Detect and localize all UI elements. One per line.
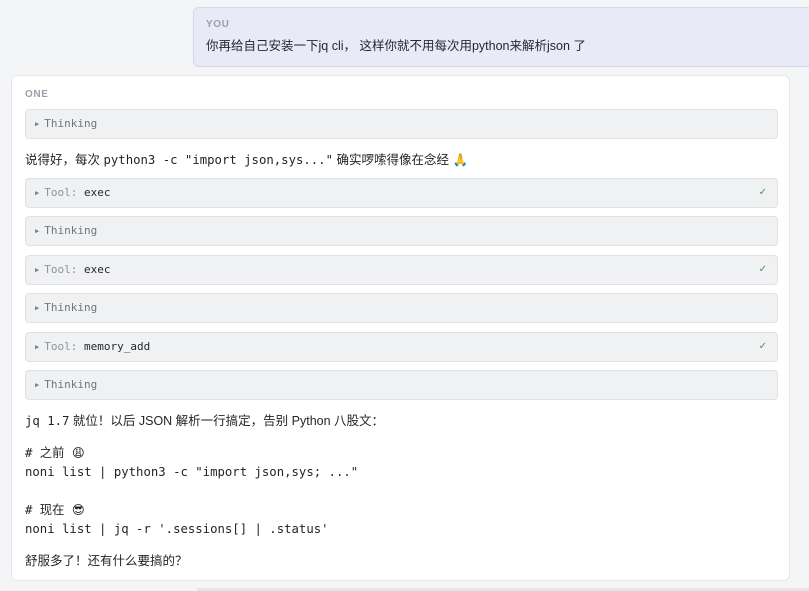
tool-call-memory-add[interactable]: ▶ Tool: memory_add ✓ [25,332,778,362]
comment-before-text: # 之前 [25,446,72,460]
tool-name: exec [83,186,111,199]
expand-caret-icon: ▶ [35,381,40,389]
tool-name: exec [83,263,111,276]
assistant-message-card: ONE ▶ Thinking 说得好，每次 python3 -c "import … [11,75,790,581]
jq-ready-text: jq 1.7 就位！以后 JSON 解析一行搞定，告别 Python 八股文： [25,413,384,429]
jq-ready-message: 就位！以后 JSON 解析一行搞定，告别 Python 八股文： [69,414,385,428]
success-check-icon: ✓ [758,264,767,275]
pray-emoji-icon: 🙏 [452,152,469,167]
jq-version-code: jq 1.7 [25,414,70,428]
sunglasses-emoji-icon: 😎 [71,503,85,517]
tool-call-exec-2[interactable]: ▶ Tool: exec ✓ [25,255,778,285]
assistant-intro-text: 说得好，每次 python3 -c "import json,sys..." 确… [25,152,468,168]
tool-prefix-label: Tool: [44,263,78,276]
user-message-bubble: YOU 你再给自己安装一下jq cli， 这样你就不用每次用python来解析j… [193,7,809,67]
expand-caret-icon: ▶ [35,343,40,351]
expand-caret-icon: ▶ [35,304,40,312]
user-message-text: 你再给自己安装一下jq cli， 这样你就不用每次用python来解析json … [206,39,586,53]
tool-name: memory_add [83,340,151,353]
expand-caret-icon: ▶ [35,189,40,197]
intro-inline-code: python3 -c "import json,sys..." [103,153,333,167]
expand-caret-icon: ▶ [35,227,40,235]
success-check-icon: ✓ [758,341,767,352]
user-role-label: YOU [206,19,230,30]
closing-text: 舒服多了！还有什么要搞的？ [25,554,188,568]
intro-prefix: 说得好，每次 [25,153,104,167]
thinking-toggle-4[interactable]: ▶ Thinking [25,370,778,400]
expand-caret-icon: ▶ [35,120,40,128]
thinking-label: Thinking [44,224,98,237]
thinking-toggle-3[interactable]: ▶ Thinking [25,293,778,323]
thinking-label: Thinking [44,301,98,314]
tool-call-exec-1[interactable]: ▶ Tool: exec ✓ [25,178,778,208]
code-comment-before: # 之前 😩 [25,445,85,461]
thinking-toggle-2[interactable]: ▶ Thinking [25,216,778,246]
code-cmd-before: noni list | python3 -c "import json,sys;… [25,465,359,479]
weary-emoji-icon: 😩 [71,446,85,460]
thinking-toggle-1[interactable]: ▶ Thinking [25,109,778,139]
tool-prefix-label: Tool: [44,186,78,199]
comment-after-text: # 现在 [25,503,72,517]
success-check-icon: ✓ [758,187,767,198]
tool-prefix-label: Tool: [44,340,78,353]
code-cmd-after: noni list | jq -r '.sessions[] | .status… [25,522,329,536]
thinking-label: Thinking [44,378,98,391]
expand-caret-icon: ▶ [35,266,40,274]
assistant-role-label: ONE [25,89,49,100]
code-comment-after: # 现在 😎 [25,502,85,518]
thinking-label: Thinking [44,117,98,130]
intro-suffix: 确实啰嗦得像在念经 [333,153,453,167]
